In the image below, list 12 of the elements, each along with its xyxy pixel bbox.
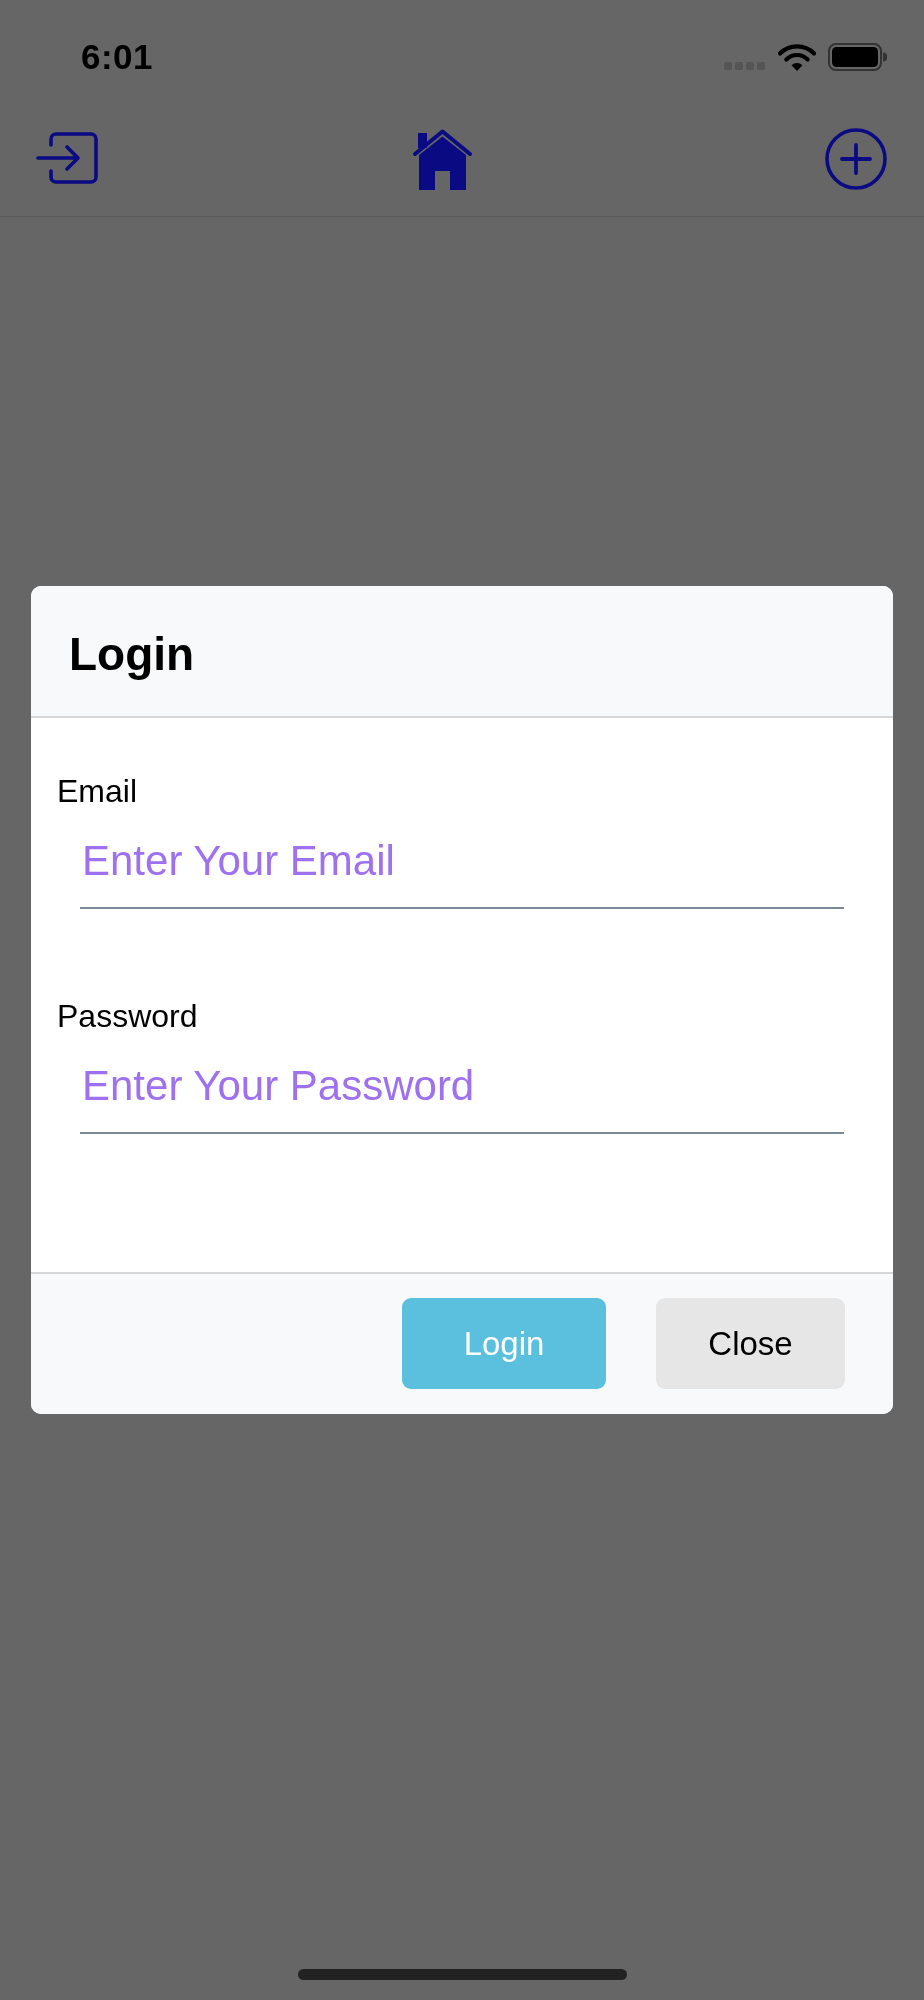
input-field[interactable]: Enter Your Email — [80, 835, 844, 909]
dialog-title: Login — [69, 627, 195, 681]
home-icon[interactable] — [412, 128, 473, 190]
sign-in-icon[interactable] — [36, 132, 98, 185]
field-label: Password — [57, 997, 198, 1035]
close-button[interactable]: Close — [656, 1298, 845, 1389]
field-label: Email — [57, 772, 137, 810]
wifi-icon — [778, 44, 816, 71]
input-field[interactable]: Enter Your Password — [80, 1060, 844, 1134]
add-icon[interactable] — [825, 128, 887, 190]
battery-icon — [828, 43, 887, 71]
status-time: 6:01 — [81, 37, 154, 77]
